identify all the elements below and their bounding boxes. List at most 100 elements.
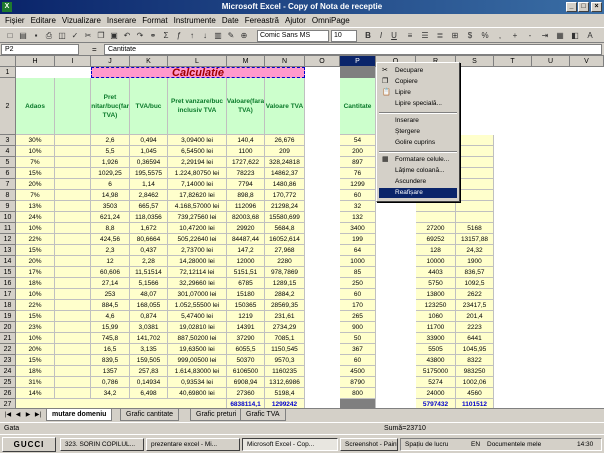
table-cell[interactable]: 13800 [416, 289, 456, 300]
table-cell[interactable]: 69252 [416, 234, 456, 245]
row-header-25[interactable]: 25 [0, 377, 16, 388]
table-cell[interactable]: 5750 [416, 278, 456, 289]
table-cell[interactable]: 4560 [456, 388, 494, 399]
table-cell[interactable]: 5175000 [416, 366, 456, 377]
decrease-decimal-icon[interactable]: - [524, 30, 536, 42]
table-cell[interactable]: 10% [16, 146, 55, 157]
table-cell-empty[interactable] [55, 311, 91, 322]
table-cell[interactable]: 3,0381 [130, 322, 168, 333]
row-header-9[interactable]: 9 [0, 201, 16, 212]
table-cell[interactable]: 898,8 [227, 190, 265, 201]
table-cell[interactable]: 15% [16, 311, 55, 322]
row-header-5[interactable]: 5 [0, 157, 16, 168]
table-cell[interactable]: 21298,24 [265, 201, 305, 212]
table-cell[interactable]: 5,5 [91, 146, 130, 157]
table-cell[interactable] [456, 146, 494, 157]
row-header-18[interactable]: 18 [0, 300, 16, 311]
table-cell[interactable]: 1357 [91, 366, 130, 377]
total-valoare-fara[interactable]: 6838114,1 [227, 399, 265, 408]
context-item-7[interactable]: Golire cuprins [379, 138, 457, 148]
formula-equals[interactable]: = [92, 44, 97, 55]
table-cell[interactable]: 34,2 [91, 388, 130, 399]
table-cell[interactable]: 11700 [416, 322, 456, 333]
table-cell[interactable]: 170 [340, 300, 376, 311]
table-cell[interactable]: 37290 [227, 333, 265, 344]
table-cell[interactable]: 14,28000 lei [168, 256, 227, 267]
tray-item-1[interactable]: EN [471, 439, 480, 450]
table-cell[interactable]: 20% [16, 344, 55, 355]
table-cell[interactable]: 1060 [416, 311, 456, 322]
table-cell[interactable]: 15% [16, 355, 55, 366]
table-cell[interactable]: 19,02810 lei [168, 322, 227, 333]
table-cell[interactable]: 26,676 [265, 135, 305, 146]
taskbar-item-1[interactable]: prezentare excel - Mi... [146, 438, 240, 451]
table-cell-empty[interactable] [55, 300, 91, 311]
table-cell[interactable]: 10% [16, 223, 55, 234]
table-cell[interactable]: 6785 [227, 278, 265, 289]
context-item-11[interactable]: Ascundere [379, 177, 457, 187]
table-cell[interactable]: 24000 [416, 388, 456, 399]
table-cell[interactable]: 22% [16, 300, 55, 311]
increase-decimal-icon[interactable]: + [509, 30, 521, 42]
table-cell[interactable]: 5274 [416, 377, 456, 388]
table-cell[interactable]: 2734,29 [265, 322, 305, 333]
table-cell[interactable]: 128 [416, 245, 456, 256]
table-cell[interactable]: 10% [16, 333, 55, 344]
start-button[interactable]: GUCCI [2, 437, 56, 452]
italic-button[interactable]: I [375, 30, 387, 42]
table-cell[interactable]: 0,786 [91, 377, 130, 388]
row-header-4[interactable]: 4 [0, 146, 16, 157]
spreadsheet-grid[interactable]: HIJKLMNOPQRSTUV1234567891011121314151617… [0, 56, 604, 408]
print-icon[interactable]: ⎙ [43, 30, 55, 42]
table-cell[interactable]: 32 [340, 201, 376, 212]
row-header-20[interactable]: 20 [0, 322, 16, 333]
table-cell[interactable]: 17% [16, 267, 55, 278]
borders-icon[interactable]: ▦ [554, 30, 566, 42]
table-cell[interactable]: 195,5575 [130, 168, 168, 179]
table-cell[interactable]: 1002,06 [456, 377, 494, 388]
table-cell[interactable]: 5168 [456, 223, 494, 234]
table-cell[interactable]: 27200 [416, 223, 456, 234]
table-cell[interactable]: 0,36594 [130, 157, 168, 168]
column-header-K[interactable]: K [130, 56, 168, 67]
table-cell[interactable]: 5151,51 [227, 267, 265, 278]
table-cell[interactable] [456, 157, 494, 168]
table-cell[interactable]: 7085,1 [265, 333, 305, 344]
table-cell[interactable]: 4403 [416, 267, 456, 278]
table-cell-empty[interactable] [55, 157, 91, 168]
row-header-2[interactable]: 2 [0, 78, 16, 135]
table-cell[interactable]: 20% [16, 179, 55, 190]
table-cell[interactable]: 22% [16, 234, 55, 245]
formula-input[interactable]: Cantitate [104, 44, 602, 55]
taskbar-item-0[interactable]: 323. SORIN COPILUL... [60, 438, 144, 451]
table-cell[interactable]: 2884,2 [265, 289, 305, 300]
table-cell[interactable]: 0,93534 lei [168, 377, 227, 388]
column-header-N[interactable]: N [265, 56, 305, 67]
row-header-11[interactable]: 11 [0, 223, 16, 234]
table-cell[interactable]: 24,32 [456, 245, 494, 256]
column-header-O[interactable]: O [305, 56, 340, 67]
table-cell[interactable]: 8790 [340, 377, 376, 388]
autosum-icon[interactable]: Σ [160, 30, 172, 42]
table-cell[interactable]: 665,57 [130, 201, 168, 212]
row-header-26[interactable]: 26 [0, 388, 16, 399]
table-cell[interactable]: 9570,3 [265, 355, 305, 366]
table-cell[interactable]: 367 [340, 344, 376, 355]
last-sheet-icon[interactable]: ▶| [34, 411, 42, 420]
table-cell-empty[interactable] [55, 289, 91, 300]
table-cell[interactable]: 50 [340, 333, 376, 344]
table-cell[interactable]: 15,99 [91, 322, 130, 333]
table-cell[interactable]: 1160235 [265, 366, 305, 377]
sort-desc-icon[interactable]: ↓ [199, 30, 211, 42]
table-cell-empty[interactable] [55, 388, 91, 399]
table-cell-empty[interactable] [55, 234, 91, 245]
table-cell[interactable]: 0,494 [130, 135, 168, 146]
row-header-1[interactable]: 1 [0, 67, 16, 78]
column-header-H[interactable]: H [16, 56, 55, 67]
copy-icon[interactable]: ❐ [95, 30, 107, 42]
table-cell[interactable]: 2280 [265, 256, 305, 267]
context-item-0[interactable]: ✂ Decupare [379, 66, 457, 76]
table-cell[interactable]: 141,702 [130, 333, 168, 344]
table-cell[interactable]: 20% [16, 256, 55, 267]
table-cell[interactable]: 5,47400 lei [168, 311, 227, 322]
